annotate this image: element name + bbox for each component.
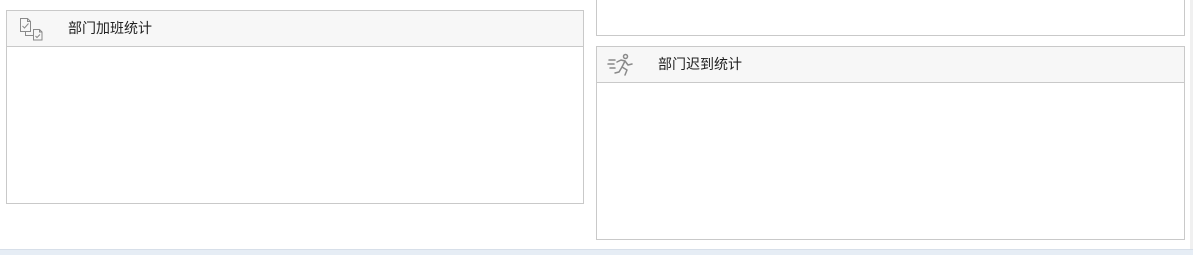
overtime-stats-title: 部门加班统计 — [68, 21, 152, 37]
overtime-stats-header: 部门加班统计 — [7, 11, 583, 47]
late-stats-title: 部门迟到统计 — [658, 57, 742, 73]
bottom-bar — [0, 249, 1193, 255]
documents-check-icon — [20, 18, 43, 41]
top-right-panel — [596, 0, 1185, 36]
running-person-icon — [607, 53, 633, 76]
late-stats-panel: 部门迟到统计 — [596, 46, 1185, 240]
overtime-stats-panel: 部门加班统计 — [6, 10, 584, 204]
late-stats-header: 部门迟到统计 — [597, 47, 1184, 83]
